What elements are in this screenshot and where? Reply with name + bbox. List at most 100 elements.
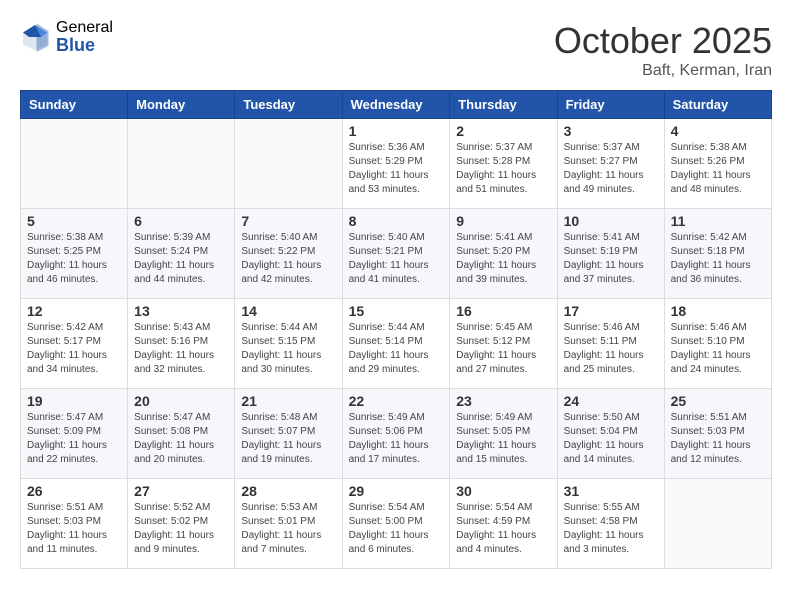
calendar-cell: 19 Sunrise: 5:47 AM Sunset: 5:09 PM Dayli… — [21, 389, 128, 479]
logo-text: General Blue — [56, 20, 113, 54]
day-info: Sunrise: 5:48 AM Sunset: 5:07 PM Dayligh… — [241, 411, 335, 467]
day-number: 18 — [671, 303, 765, 319]
calendar-cell: 28Sunrise: 5:53 AM Sunset: 5:01 PM Dayli… — [235, 479, 342, 569]
weekday-header-sunday: Sunday — [21, 91, 128, 119]
day-number: 13 — [134, 303, 228, 319]
day-number: 12 — [27, 303, 121, 319]
calendar-cell: 23Sunrise: 5:49 AM Sunset: 5:05 PM Dayli… — [450, 389, 557, 479]
calendar-cell: 31Sunrise: 5:55 AM Sunset: 4:58 PM Dayli… — [557, 479, 664, 569]
day-info: Sunrise: 5:37 AM Sunset: 5:27 PM Dayligh… — [564, 141, 658, 197]
day-info: Sunrise: 5:41 AM Sunset: 5:19 PM Dayligh… — [564, 231, 658, 287]
day-number: 9 — [456, 213, 550, 229]
calendar-cell: 2Sunrise: 5:37 AM Sunset: 5:28 PM Daylig… — [450, 119, 557, 209]
day-number: 23 — [456, 393, 550, 409]
calendar-cell: 16Sunrise: 5:45 AM Sunset: 5:12 PM Dayli… — [450, 299, 557, 389]
calendar-table: SundayMondayTuesdayWednesdayThursdayFrid… — [20, 90, 772, 569]
calendar-cell: 29 Sunrise: 5:54 AM Sunset: 5:00 PM Dayli… — [342, 479, 450, 569]
day-number: 30 — [456, 483, 550, 499]
logo-general: General — [56, 20, 113, 36]
day-info: Sunrise: 5:46 AM Sunset: 5:11 PM Dayligh… — [564, 321, 658, 377]
title-block: October 2025 Baft, Kerman, Iran — [554, 20, 772, 80]
calendar-cell: 15Sunrise: 5:44 AM Sunset: 5:14 PM Dayli… — [342, 299, 450, 389]
calendar-cell: 7Sunrise: 5:40 AM Sunset: 5:22 PM Daylig… — [235, 209, 342, 299]
location-title: Baft, Kerman, Iran — [554, 62, 772, 80]
day-number: 16 — [456, 303, 550, 319]
day-info: Sunrise: 5:40 AM Sunset: 5:21 PM Dayligh… — [349, 231, 444, 287]
day-number: 2 — [456, 123, 550, 139]
day-info: Sunrise: 5:38 AM Sunset: 5:26 PM Dayligh… — [671, 141, 765, 197]
day-info: Sunrise: 5:51 AM Sunset: 5:03 PM Dayligh… — [27, 501, 121, 557]
calendar-cell: 18 Sunrise: 5:46 AM Sunset: 5:10 PM Dayli… — [664, 299, 771, 389]
logo: General Blue — [20, 20, 113, 54]
day-number: 26 — [27, 483, 121, 499]
calendar-cell — [128, 119, 235, 209]
day-number: 14 — [241, 303, 335, 319]
day-info: Sunrise: 5:53 AM Sunset: 5:01 PM Dayligh… — [241, 501, 335, 557]
day-info: Sunrise: 5:49 AM Sunset: 5:06 PM Dayligh… — [349, 411, 444, 467]
day-number: 8 — [349, 213, 444, 229]
weekday-header-tuesday: Tuesday — [235, 91, 342, 119]
calendar-week-row: 1Sunrise: 5:36 AM Sunset: 5:29 PM Daylig… — [21, 119, 772, 209]
calendar-cell — [664, 479, 771, 569]
day-number: 10 — [564, 213, 658, 229]
day-number: 21 — [241, 393, 335, 409]
calendar-cell: 14 Sunrise: 5:44 AM Sunset: 5:15 PM Dayli… — [235, 299, 342, 389]
day-info: Sunrise: 5:47 AM Sunset: 5:08 PM Dayligh… — [134, 411, 228, 467]
calendar-cell — [21, 119, 128, 209]
day-number: 3 — [564, 123, 658, 139]
weekday-header-wednesday: Wednesday — [342, 91, 450, 119]
calendar-cell: 21 Sunrise: 5:48 AM Sunset: 5:07 PM Dayli… — [235, 389, 342, 479]
day-info: Sunrise: 5:46 AM Sunset: 5:10 PM Dayligh… — [671, 321, 765, 377]
day-info: Sunrise: 5:50 AM Sunset: 5:04 PM Dayligh… — [564, 411, 658, 467]
weekday-header-friday: Friday — [557, 91, 664, 119]
day-number: 31 — [564, 483, 658, 499]
calendar-cell: 6 Sunrise: 5:39 AM Sunset: 5:24 PM Daylig… — [128, 209, 235, 299]
day-info: Sunrise: 5:41 AM Sunset: 5:20 PM Dayligh… — [456, 231, 550, 287]
day-number: 17 — [564, 303, 658, 319]
day-info: Sunrise: 5:44 AM Sunset: 5:15 PM Dayligh… — [241, 321, 335, 377]
calendar-week-row: 12 Sunrise: 5:42 AM Sunset: 5:17 PM Dayli… — [21, 299, 772, 389]
weekday-header-thursday: Thursday — [450, 91, 557, 119]
calendar-cell: 8 Sunrise: 5:40 AM Sunset: 5:21 PM Daylig… — [342, 209, 450, 299]
page-header: General Blue October 2025 Baft, Kerman, … — [20, 20, 772, 80]
calendar-cell: 17 Sunrise: 5:46 AM Sunset: 5:11 PM Dayli… — [557, 299, 664, 389]
day-info: Sunrise: 5:43 AM Sunset: 5:16 PM Dayligh… — [134, 321, 228, 377]
day-info: Sunrise: 5:42 AM Sunset: 5:18 PM Dayligh… — [671, 231, 765, 287]
day-number: 25 — [671, 393, 765, 409]
calendar-cell: 12 Sunrise: 5:42 AM Sunset: 5:17 PM Dayli… — [21, 299, 128, 389]
day-number: 20 — [134, 393, 228, 409]
calendar-week-row: 19 Sunrise: 5:47 AM Sunset: 5:09 PM Dayli… — [21, 389, 772, 479]
day-info: Sunrise: 5:51 AM Sunset: 5:03 PM Dayligh… — [671, 411, 765, 467]
day-number: 7 — [241, 213, 335, 229]
calendar-cell: 25 Sunrise: 5:51 AM Sunset: 5:03 PM Dayli… — [664, 389, 771, 479]
day-info: Sunrise: 5:47 AM Sunset: 5:09 PM Dayligh… — [27, 411, 121, 467]
calendar-cell: 9 Sunrise: 5:41 AM Sunset: 5:20 PM Daylig… — [450, 209, 557, 299]
day-info: Sunrise: 5:38 AM Sunset: 5:25 PM Dayligh… — [27, 231, 121, 287]
day-number: 27 — [134, 483, 228, 499]
calendar-cell: 1Sunrise: 5:36 AM Sunset: 5:29 PM Daylig… — [342, 119, 450, 209]
calendar-cell: 5 Sunrise: 5:38 AM Sunset: 5:25 PM Daylig… — [21, 209, 128, 299]
calendar-cell: 20 Sunrise: 5:47 AM Sunset: 5:08 PM Dayli… — [128, 389, 235, 479]
day-number: 11 — [671, 213, 765, 229]
calendar-cell: 24 Sunrise: 5:50 AM Sunset: 5:04 PM Dayli… — [557, 389, 664, 479]
calendar-cell: 3 Sunrise: 5:37 AM Sunset: 5:27 PM Daylig… — [557, 119, 664, 209]
day-number: 29 — [349, 483, 444, 499]
day-info: Sunrise: 5:54 AM Sunset: 5:00 PM Dayligh… — [349, 501, 444, 557]
logo-icon — [20, 22, 50, 52]
day-info: Sunrise: 5:39 AM Sunset: 5:24 PM Dayligh… — [134, 231, 228, 287]
day-info: Sunrise: 5:42 AM Sunset: 5:17 PM Dayligh… — [27, 321, 121, 377]
calendar-cell: 30Sunrise: 5:54 AM Sunset: 4:59 PM Dayli… — [450, 479, 557, 569]
calendar-week-row: 5 Sunrise: 5:38 AM Sunset: 5:25 PM Daylig… — [21, 209, 772, 299]
logo-blue: Blue — [56, 36, 113, 54]
day-number: 6 — [134, 213, 228, 229]
day-info: Sunrise: 5:44 AM Sunset: 5:14 PM Dayligh… — [349, 321, 444, 377]
day-info: Sunrise: 5:52 AM Sunset: 5:02 PM Dayligh… — [134, 501, 228, 557]
weekday-header-monday: Monday — [128, 91, 235, 119]
day-number: 4 — [671, 123, 765, 139]
day-number: 5 — [27, 213, 121, 229]
day-number: 1 — [349, 123, 444, 139]
day-number: 24 — [564, 393, 658, 409]
weekday-header-row: SundayMondayTuesdayWednesdayThursdayFrid… — [21, 91, 772, 119]
day-number: 19 — [27, 393, 121, 409]
calendar-week-row: 26 Sunrise: 5:51 AM Sunset: 5:03 PM Dayli… — [21, 479, 772, 569]
